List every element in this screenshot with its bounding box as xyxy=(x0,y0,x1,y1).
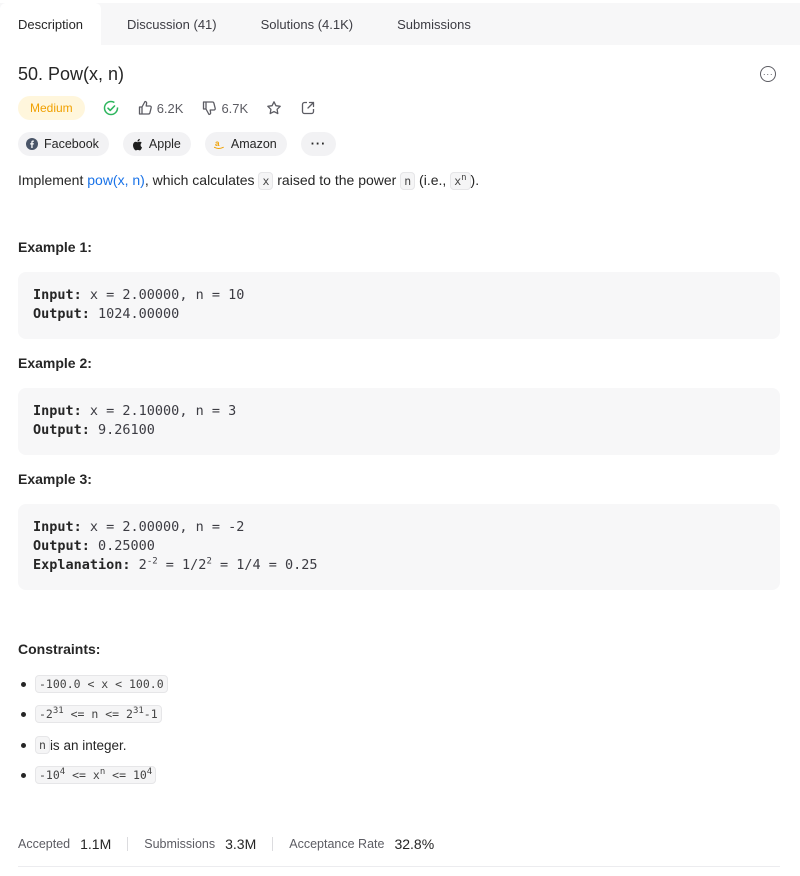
tab-description[interactable]: Description xyxy=(0,3,102,45)
code-part: <= n <= 2 xyxy=(63,707,133,721)
constraint-item: -231 <= n <= 231-1 xyxy=(18,705,162,723)
submissions-value: 3.3M xyxy=(225,836,257,852)
code-exponent: 4 xyxy=(146,767,153,778)
bullet xyxy=(21,742,26,748)
company-chip-apple[interactable]: Apple xyxy=(122,132,191,156)
company-name: Amazon xyxy=(230,137,277,151)
divider xyxy=(127,837,129,851)
like-button[interactable]: 6.2K xyxy=(137,100,184,116)
company-name: Apple xyxy=(148,137,181,151)
acceptance-rate-value: 32.8% xyxy=(394,836,435,852)
example-1-title: Example 1: xyxy=(18,239,92,255)
inline-code-power: xn xyxy=(450,172,471,190)
meta-row: Medium 6.2K 6.7K xyxy=(18,96,316,120)
constraint-code: -231 <= n <= 231-1 xyxy=(35,705,162,723)
constraint-code: -100.0 < x < 100.0 xyxy=(35,675,168,693)
example-1-box: Input: x = 2.00000, n = 10 Output: 1024.… xyxy=(18,272,780,339)
favorite-star-icon[interactable] xyxy=(266,100,282,116)
code-part: -10 xyxy=(39,768,60,782)
input-value: x = 2.00000, n = 10 xyxy=(81,287,245,303)
apple-icon xyxy=(131,138,143,151)
desc-text: (i.e., xyxy=(415,172,451,188)
explanation-text: 2 xyxy=(130,557,147,573)
tab-solutions[interactable]: Solutions (4.1K) xyxy=(243,3,372,45)
code-part: <= 10 xyxy=(105,768,147,782)
tab-submissions[interactable]: Submissions xyxy=(379,3,489,45)
more-options-icon[interactable]: ··· xyxy=(760,66,776,82)
example-3-box: Input: x = 2.00000, n = -2 Output: 0.250… xyxy=(18,504,780,590)
accepted-value: 1.1M xyxy=(80,836,112,852)
more-companies-button[interactable]: ··· xyxy=(300,132,337,156)
title-row: 50. Pow(x, n) ··· xyxy=(18,62,780,86)
code-exponent: 31 xyxy=(52,706,64,717)
bullet xyxy=(21,681,26,687)
dislike-count: 6.7K xyxy=(221,100,249,116)
example-2-box: Input: x = 2.10000, n = 3 Output: 9.2610… xyxy=(18,388,780,455)
inline-code-n: n xyxy=(400,172,416,190)
share-icon[interactable] xyxy=(300,100,316,116)
like-count: 6.2K xyxy=(156,100,184,116)
power-exponent: n xyxy=(461,173,467,184)
input-value: x = 2.10000, n = 3 xyxy=(81,403,237,419)
tab-bar: Description Discussion (41) Solutions (4… xyxy=(0,3,800,45)
input-value: x = 2.00000, n = -2 xyxy=(81,519,245,535)
output-label: Output: xyxy=(33,306,90,322)
problem-title: 50. Pow(x, n) xyxy=(18,63,125,84)
explanation-text: = 1/2 xyxy=(157,557,207,573)
output-label: Output: xyxy=(33,422,90,438)
output-label: Output: xyxy=(33,538,90,554)
input-label: Input: xyxy=(33,287,82,303)
divider xyxy=(18,866,780,867)
company-name: Facebook xyxy=(44,137,99,151)
code-part: -1 xyxy=(143,707,158,721)
company-chip-amazon[interactable]: a Amazon xyxy=(204,132,287,156)
facebook-icon xyxy=(26,138,38,150)
accepted-label: Accepted xyxy=(18,837,71,851)
solved-check-icon xyxy=(103,100,119,116)
svg-text:a: a xyxy=(215,139,220,148)
constraint-item: n is an integer. xyxy=(18,736,127,754)
desc-text: , which calculates xyxy=(144,172,259,188)
explanation-exponent: -2 xyxy=(146,556,158,567)
constraints-title: Constraints: xyxy=(18,641,101,657)
thumbs-down-icon xyxy=(201,100,217,116)
acceptance-rate-label: Acceptance Rate xyxy=(289,837,385,851)
desc-text: raised to the power xyxy=(273,172,401,188)
constraint-text: is an integer. xyxy=(49,737,127,753)
difficulty-badge: Medium xyxy=(18,96,85,120)
output-value: 0.25000 xyxy=(89,538,155,554)
tab-discussion[interactable]: Discussion (41) xyxy=(109,3,235,45)
company-chip-facebook[interactable]: Facebook xyxy=(18,132,109,156)
desc-text: ). xyxy=(470,172,480,188)
inline-code-x: x xyxy=(258,172,274,190)
input-label: Input: xyxy=(33,403,82,419)
code-part: <= x xyxy=(65,768,100,782)
constraint-item: -100.0 < x < 100.0 xyxy=(18,675,168,693)
constraint-code: -104 <= xn <= 104 xyxy=(35,766,157,784)
example-2-title: Example 2: xyxy=(18,355,92,371)
code-part: -2 xyxy=(39,707,53,721)
constraint-code: n xyxy=(35,736,50,754)
explanation-text: = 1/4 = 0.25 xyxy=(211,557,318,573)
code-exponent: 31 xyxy=(132,706,144,717)
submissions-label: Submissions xyxy=(144,837,216,851)
thumbs-up-icon xyxy=(137,100,153,116)
output-value: 1024.00000 xyxy=(89,306,180,322)
output-value: 9.26100 xyxy=(89,422,155,438)
explanation-label: Explanation: xyxy=(33,557,131,573)
dislike-button[interactable]: 6.7K xyxy=(201,100,248,116)
problem-description: Implement pow(x, n), which calculates x … xyxy=(18,169,479,192)
bullet xyxy=(21,772,26,778)
desc-text: Implement xyxy=(18,172,88,188)
constraint-item: -104 <= xn <= 104 xyxy=(18,766,157,784)
pow-link[interactable]: pow(x, n) xyxy=(87,172,145,188)
example-3-title: Example 3: xyxy=(18,471,92,487)
input-label: Input: xyxy=(33,519,82,535)
company-tags: Facebook Apple a Amazon ··· xyxy=(18,132,350,156)
divider xyxy=(272,837,274,851)
bullet xyxy=(21,711,26,717)
problem-stats: Accepted 1.1M Submissions 3.3M Acceptanc… xyxy=(18,836,434,852)
amazon-icon: a xyxy=(213,138,225,150)
